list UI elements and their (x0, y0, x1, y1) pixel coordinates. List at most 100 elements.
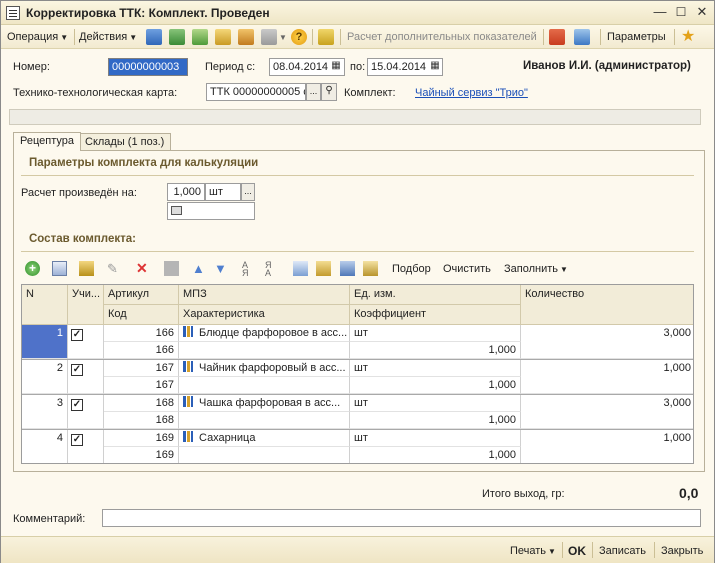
footer-separator (562, 542, 563, 558)
row-number: 1 (22, 325, 68, 359)
unit-choose-button[interactable]: ... (241, 183, 255, 201)
ttk-choose-button[interactable]: ... (306, 83, 321, 101)
col-header-mpz[interactable]: МПЗ (179, 285, 350, 305)
row-article: 168 (104, 395, 179, 412)
col-header-n[interactable]: N (22, 285, 68, 325)
calc-unit-field[interactable]: шт (205, 183, 241, 201)
fill-menu[interactable]: Заполнить ▼ (504, 261, 568, 277)
copy-row-icon[interactable] (52, 261, 67, 276)
tab-recipe[interactable]: Рецептура (13, 132, 81, 151)
clear-button[interactable]: Очистить (443, 261, 491, 277)
calc-label: Расчет произведён на: (21, 187, 137, 199)
col-header-coefficient[interactable]: Коэффициент (350, 305, 521, 325)
go-to-icon[interactable] (261, 29, 277, 45)
row-mpz: Блюдце фарфоровое в асс... (179, 325, 350, 342)
section-divider (21, 175, 694, 176)
col-header-characteristic[interactable]: Характеристика (179, 305, 350, 325)
minimize-icon[interactable]: — (653, 5, 667, 19)
item-icon (183, 396, 193, 407)
info-strip (9, 109, 701, 125)
row-number: 3 (22, 395, 68, 429)
paste-icon[interactable] (316, 261, 331, 276)
chevron-down-icon: ▼ (560, 265, 568, 274)
copy-icon[interactable] (293, 261, 308, 276)
comment-input[interactable] (102, 509, 701, 527)
ttk-field[interactable]: ТТК 00000000005 с (206, 83, 306, 101)
close-button[interactable]: Закрыть (661, 543, 703, 559)
calendar-icon[interactable]: ▦ (329, 58, 343, 76)
print-preview-field[interactable] (167, 202, 255, 220)
row-code: 166 (104, 342, 179, 359)
pencil-icon[interactable]: ✎ (107, 261, 122, 276)
item-icon (183, 431, 193, 442)
save-button[interactable]: Записать (599, 543, 646, 559)
row-article: 169 (104, 430, 179, 447)
clipboard-icon[interactable] (363, 261, 378, 276)
end-edit-icon[interactable] (164, 261, 179, 276)
print-menu[interactable]: Печать ▼ (510, 543, 556, 559)
move-down-icon[interactable]: ▼ (214, 261, 229, 276)
row-unit: шт (350, 395, 521, 412)
toolbar-separator (340, 29, 341, 45)
paste-special-icon[interactable] (340, 261, 355, 276)
operation-menu[interactable]: Операция ▼ (7, 29, 68, 45)
hierarchy-icon[interactable] (549, 29, 565, 45)
info-icon[interactable] (318, 29, 334, 45)
col-header-uch[interactable]: Учи... (68, 285, 104, 325)
row-checkbox-cell: ✓ (68, 395, 104, 429)
sort-desc-icon[interactable]: ЯА (265, 261, 280, 278)
post-document-icon[interactable] (146, 29, 162, 45)
calc-additional-button[interactable]: Расчет дополнительных показателей (347, 29, 537, 45)
select-button[interactable]: Подбор (392, 261, 431, 277)
maximize-icon[interactable]: ☐ (674, 5, 688, 19)
move-up-icon[interactable]: ▲ (192, 261, 207, 276)
row-code: 168 (104, 412, 179, 429)
edit-row-icon[interactable] (79, 261, 94, 276)
col-header-code[interactable]: Код (104, 305, 179, 325)
footer-separator (654, 542, 655, 558)
include-checkbox[interactable]: ✓ (71, 399, 83, 411)
document-movements-icon[interactable] (215, 29, 231, 45)
include-checkbox[interactable]: ✓ (71, 434, 83, 446)
structure-icon[interactable] (238, 29, 254, 45)
include-checkbox[interactable]: ✓ (71, 364, 83, 376)
number-label: Номер: (13, 61, 50, 73)
chevron-down-icon[interactable]: ▼ (277, 29, 287, 45)
delete-row-icon[interactable]: ✕ (136, 261, 151, 276)
include-checkbox[interactable]: ✓ (71, 329, 83, 341)
sort-asc-icon[interactable]: АЯ (242, 261, 257, 278)
row-quantity: 1,000 (521, 430, 693, 463)
row-number: 2 (22, 360, 68, 394)
actions-menu-label: Действия (79, 31, 128, 43)
star-icon[interactable]: ★ (681, 29, 695, 45)
refresh-icon[interactable] (169, 29, 185, 45)
row-mpz-text: Блюдце фарфоровое в асс... (199, 327, 348, 339)
document-window: Корректировка ТТК: Комплект. Проведен — … (0, 0, 715, 563)
copy-document-icon[interactable] (192, 29, 208, 45)
footer-separator (592, 542, 593, 558)
number-field[interactable]: 00000000003 (108, 58, 188, 76)
kit-link[interactable]: Чайный сервиз "Трио" (415, 87, 528, 99)
search-icon[interactable]: ⚲ (321, 83, 337, 101)
row-mpz: Сахарница (179, 430, 350, 447)
help-icon[interactable]: ? (291, 29, 307, 45)
row-mpz-text: Чайник фарфоровый в асс... (199, 362, 346, 374)
list-icon[interactable] (574, 29, 590, 45)
row-number: 4 (22, 430, 68, 463)
col-header-unit[interactable]: Ед. изм. (350, 285, 521, 305)
chevron-down-icon: ▼ (60, 33, 69, 42)
col-header-quantity[interactable]: Количество (521, 285, 693, 325)
row-article: 167 (104, 360, 179, 377)
parameters-button[interactable]: Параметры (607, 29, 666, 45)
add-row-icon[interactable]: + (25, 261, 40, 276)
tab-warehouses[interactable]: Склады (1 поз.) (78, 133, 172, 151)
close-icon[interactable]: ✕ (695, 5, 709, 19)
row-mpz: Чайник фарфоровый в асс... (179, 360, 350, 377)
calc-quantity-field[interactable]: 1,000 (167, 183, 205, 201)
col-header-article[interactable]: Артикул (104, 285, 179, 305)
ok-button[interactable]: OK (568, 543, 586, 559)
calendar-icon[interactable]: ▦ (428, 58, 442, 76)
totals-value: 0,0 (679, 485, 699, 501)
actions-menu[interactable]: Действия ▼ (79, 29, 137, 45)
composition-table[interactable]: N Учи... Артикул Код МПЗ Характеристика … (21, 284, 694, 464)
